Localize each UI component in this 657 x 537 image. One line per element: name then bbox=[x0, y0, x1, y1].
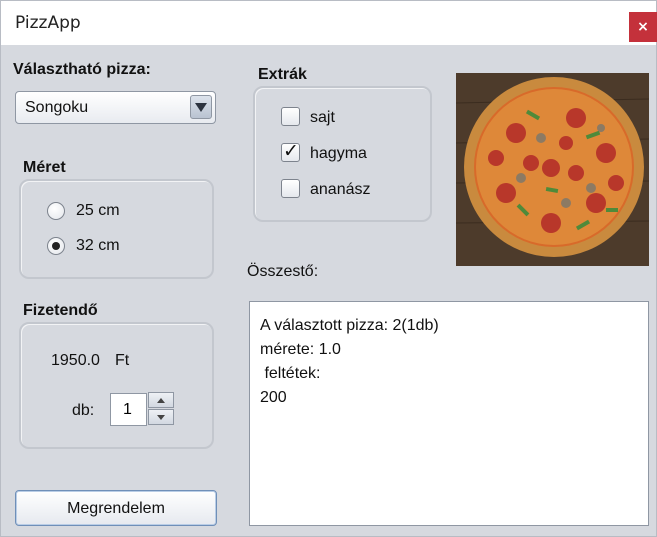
checkbox-sajt[interactable] bbox=[281, 107, 300, 126]
checkbox-hagyma[interactable]: ✓ bbox=[281, 140, 300, 162]
pizza-select-value: Songoku bbox=[25, 99, 89, 116]
close-button[interactable]: × bbox=[629, 12, 657, 42]
size-option-label[interactable]: 25 cm bbox=[76, 202, 120, 220]
summary-line: feltétek: bbox=[260, 365, 321, 382]
app-window: PizzApp × Választható pizza: Songoku Mér… bbox=[0, 0, 657, 537]
summary-line: 200 bbox=[260, 389, 287, 406]
checkmark-icon: ✓ bbox=[283, 140, 299, 162]
size-panel bbox=[19, 179, 214, 279]
pizza-select[interactable]: Songoku bbox=[15, 91, 216, 124]
size-label: Méret bbox=[23, 159, 66, 176]
extra-label[interactable]: hagyma bbox=[310, 145, 367, 163]
order-button[interactable]: Megrendelem bbox=[15, 490, 217, 526]
quantity-increment-button[interactable] bbox=[148, 392, 174, 408]
extras-label: Extrák bbox=[258, 66, 307, 83]
arrow-down-icon bbox=[157, 414, 165, 420]
summary-line: A választott pizza: 2(1db) bbox=[260, 317, 439, 334]
title-bar: PizzApp × bbox=[1, 1, 657, 45]
quantity-stepper[interactable]: 1 bbox=[110, 393, 147, 426]
summary-textarea[interactable]: A választott pizza: 2(1db) mérete: 1.0 f… bbox=[249, 301, 649, 526]
radio-25cm[interactable] bbox=[47, 202, 65, 220]
payment-amount: 1950.0 bbox=[51, 352, 100, 369]
order-button-label: Megrendelem bbox=[67, 500, 165, 517]
extra-label[interactable]: ananász bbox=[310, 181, 371, 199]
summary-label: Összestő: bbox=[247, 263, 319, 280]
checkbox-ananasz[interactable] bbox=[281, 179, 300, 198]
arrow-up-icon bbox=[157, 397, 165, 403]
payment-currency: Ft bbox=[115, 352, 130, 369]
close-icon: × bbox=[637, 19, 649, 35]
summary-line: mérete: 1.0 bbox=[260, 341, 341, 358]
window-title: PizzApp bbox=[15, 13, 81, 33]
quantity-value: 1 bbox=[123, 401, 132, 418]
pizza-image bbox=[456, 73, 649, 266]
dropdown-button[interactable] bbox=[190, 95, 212, 119]
payment-panel bbox=[19, 322, 214, 449]
size-option-label[interactable]: 32 cm bbox=[76, 237, 120, 255]
qty-label: db: bbox=[72, 402, 95, 419]
payment-label: Fizetendő bbox=[23, 302, 98, 319]
extra-label[interactable]: sajt bbox=[310, 109, 335, 127]
quantity-decrement-button[interactable] bbox=[148, 409, 174, 425]
pizza-select-label: Választható pizza: bbox=[13, 61, 151, 78]
radio-32cm[interactable] bbox=[47, 237, 65, 255]
chevron-down-icon bbox=[195, 102, 207, 112]
